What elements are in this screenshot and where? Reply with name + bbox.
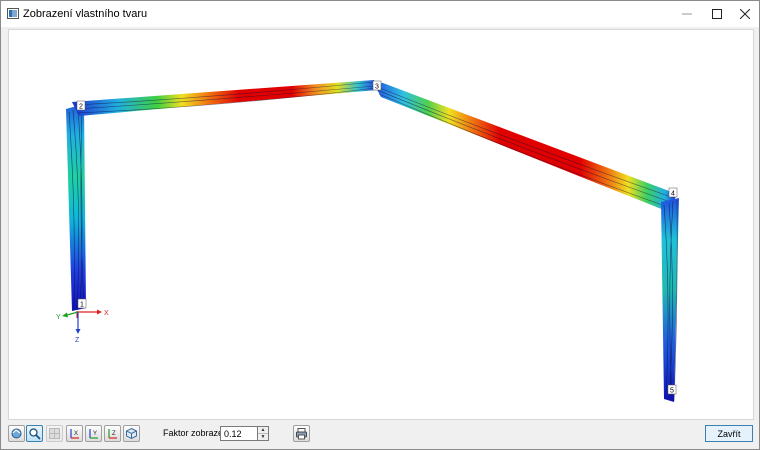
member-left-column[interactable] — [66, 104, 86, 311]
node-label-1[interactable]: 1 — [77, 298, 87, 309]
close-window-button[interactable] — [729, 1, 760, 27]
svg-text:Y: Y — [93, 431, 97, 437]
rotate-view-button[interactable] — [8, 425, 25, 442]
maximize-icon — [712, 9, 722, 19]
view-x-icon: X — [70, 429, 79, 439]
member-right-rafter[interactable] — [373, 82, 677, 212]
node-label-4[interactable]: 4 — [668, 187, 678, 198]
svg-text:3: 3 — [375, 84, 379, 91]
minimize-icon — [682, 13, 692, 15]
spinner-up-icon[interactable]: ▲ — [258, 427, 268, 434]
close-button[interactable]: Zavřít — [705, 425, 753, 442]
svg-text:Z: Z — [75, 337, 80, 344]
view-y-button[interactable]: Y — [85, 425, 102, 442]
spinner-down-icon[interactable]: ▼ — [258, 434, 268, 441]
isometric-view-icon — [126, 427, 137, 440]
svg-text:X: X — [104, 310, 109, 317]
display-factor-input[interactable] — [220, 426, 258, 441]
svg-text:5: 5 — [670, 388, 674, 395]
node-label-3[interactable]: 3 — [372, 80, 382, 91]
eigenshape-canvas: 1 2 3 4 5 X Y Z — [56, 80, 679, 402]
eigenshape-window: Zobrazení vlastního tvaru 1 2 3 4 5 X Y … — [0, 0, 760, 450]
view-z-button[interactable]: Z — [104, 425, 121, 442]
view-z-icon: Z — [108, 429, 117, 439]
isometric-view-button[interactable] — [123, 425, 140, 442]
minimize-button[interactable] — [671, 1, 703, 27]
grid-button[interactable] — [46, 425, 63, 442]
member-right-column[interactable] — [661, 198, 679, 402]
display-factor-spinner[interactable]: ▲ ▼ — [258, 426, 269, 441]
print-icon — [296, 428, 307, 440]
svg-text:1: 1 — [80, 302, 84, 309]
axis-triad: X Y Z — [56, 309, 109, 344]
svg-text:Z: Z — [112, 431, 116, 437]
view-rotate-icon — [11, 428, 22, 439]
view-x-button[interactable]: X — [66, 425, 83, 442]
model-viewport[interactable]: 1 2 3 4 5 X Y Z — [8, 29, 754, 420]
zoom-icon — [29, 428, 41, 440]
app-icon — [7, 8, 19, 19]
bottom-toolbar: X Y Z Faktor zobrazení: 0.12 ▲ ▼ Zavřít — [1, 421, 759, 449]
svg-text:4: 4 — [671, 191, 675, 198]
view-y-icon: Y — [89, 429, 98, 439]
grid-icon — [49, 428, 60, 439]
node-label-5[interactable]: 5 — [667, 384, 677, 395]
title-bar[interactable]: Zobrazení vlastního tvaru — [1, 1, 759, 27]
svg-text:2: 2 — [79, 104, 83, 111]
close-icon — [740, 9, 750, 19]
svg-text:Y: Y — [56, 314, 61, 321]
member-left-rafter[interactable] — [72, 80, 377, 116]
window-title: Zobrazení vlastního tvaru — [23, 8, 148, 20]
zoom-button[interactable] — [26, 425, 43, 442]
svg-text:X: X — [74, 431, 78, 437]
print-button[interactable] — [293, 425, 310, 442]
node-label-2[interactable]: 2 — [76, 100, 86, 111]
